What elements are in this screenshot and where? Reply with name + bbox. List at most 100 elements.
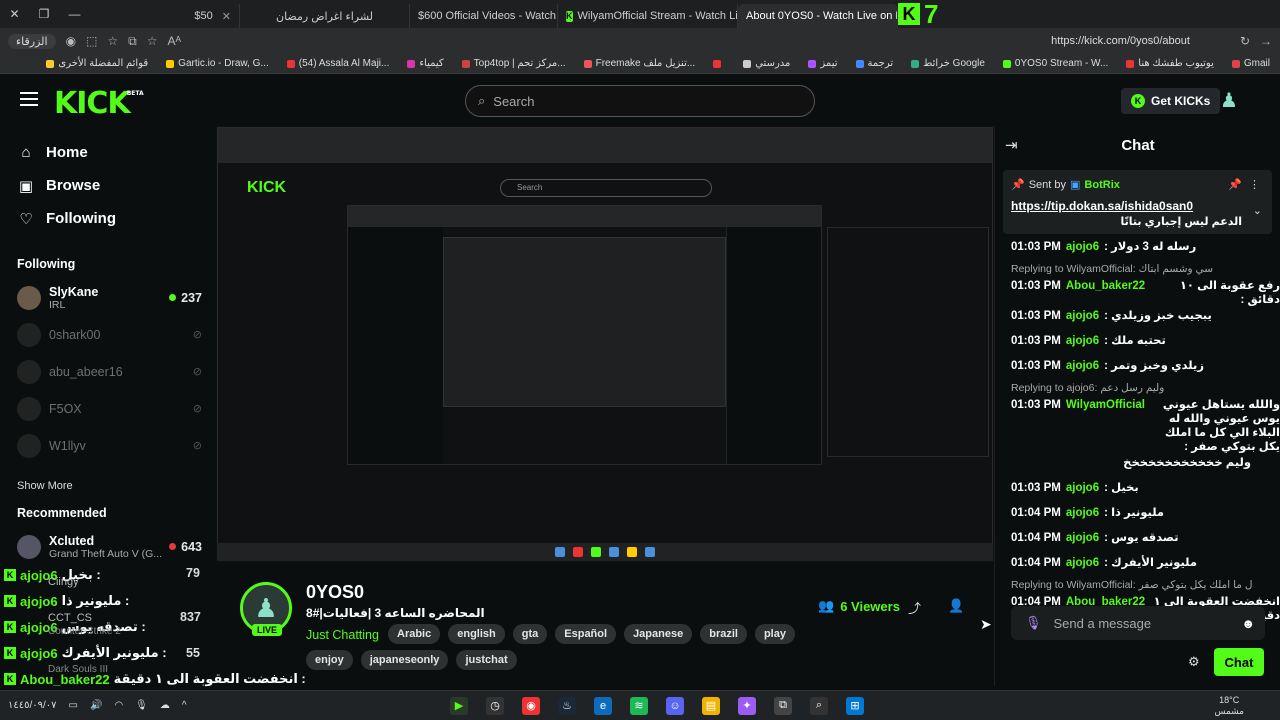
minimize-window-icon[interactable]: — [68, 7, 80, 21]
msg-user[interactable]: ajojo6 [1066, 359, 1099, 373]
read-aloud-icon[interactable]: Aᴬ [168, 34, 181, 48]
cloud-icon[interactable]: ☁ [160, 700, 170, 711]
more-options-icon[interactable]: ⋮ [1249, 178, 1260, 191]
chrome-icon[interactable]: ◉ [522, 696, 540, 715]
windows-start-icon[interactable]: ⊞ [846, 696, 864, 715]
tag[interactable]: play [754, 624, 795, 644]
msg-user[interactable]: ajojo6 [1066, 531, 1099, 545]
bookmark-item[interactable]: تيمز [808, 58, 838, 69]
browser-tab-4[interactable]: K WilyamOfficial Stream - Watch Live [558, 4, 738, 28]
share-icon[interactable]: ⤴ [908, 598, 921, 617]
browser-tab-2[interactable]: لشراء اغراض رمضان [240, 4, 410, 28]
msg-user[interactable]: ajojo6 [1066, 506, 1099, 520]
tag[interactable]: Japanese [624, 624, 693, 644]
bookmark-item[interactable]: Gartic.io - Draw, G... [166, 58, 269, 69]
browser-tab-5[interactable]: About 0YOS0 - Watch Live on Kick✕ [738, 4, 898, 28]
sidebar-channel-abu-abeer16[interactable]: abu_abeer16 ⊘ [0, 353, 216, 390]
tag[interactable]: english [448, 624, 505, 644]
bookmark-item[interactable]: Gmail [1231, 58, 1270, 69]
clock-app-icon[interactable]: ◷ [486, 696, 504, 715]
reply-context[interactable]: Replying to WilyamOfficial: ل ما املك يك… [1011, 579, 1280, 593]
volume-icon[interactable]: 🔊 [90, 700, 102, 711]
browser-tab-3[interactable]: $600 Official Videos - Watch On [410, 4, 558, 28]
bookmark-item[interactable]: خرائط Google [911, 58, 985, 69]
microphone-icon[interactable]: 🎙 [1025, 615, 1042, 631]
refresh-icon[interactable]: ↻ [1240, 34, 1250, 48]
send-chat-button[interactable]: Chat [1214, 648, 1264, 676]
reply-context[interactable]: Replying to ajojo6: وليم رسل دعم [1011, 382, 1280, 396]
nav-following[interactable]: ♡ Following [0, 202, 216, 235]
msg-user[interactable]: ajojo6 [1066, 309, 1099, 323]
emoji-icon[interactable]: ☻ [1241, 616, 1255, 631]
tab-close-icon[interactable]: ✕ [222, 10, 231, 23]
pinned-link[interactable]: https://tip.dokan.sa/ishida0san0 [1011, 199, 1264, 213]
nav-home[interactable]: ⌂ Home [0, 136, 216, 169]
collections-icon[interactable]: ⧉ [128, 34, 137, 49]
wifi-icon[interactable]: ◠ [114, 700, 123, 711]
kick-logo[interactable]: KICK BETA [54, 86, 144, 121]
video-player[interactable]: KICK Search [216, 126, 994, 562]
tag[interactable]: justchat [456, 650, 517, 670]
kick-app-icon[interactable]: ▶ [450, 696, 468, 715]
bookmark-item[interactable]: يوتيوب طفشك هنا [1126, 58, 1214, 69]
profile-button[interactable]: الزرقاء [8, 33, 56, 49]
extension-icon[interactable]: ⬚ [86, 34, 97, 48]
close-window-icon[interactable]: ✕ [10, 7, 20, 21]
msg-user[interactable]: ajojo6 [1066, 556, 1099, 570]
search-taskbar-icon[interactable]: ⌕ [810, 696, 828, 715]
tag[interactable]: gta [512, 624, 548, 644]
discord-icon[interactable]: ☺ [666, 696, 684, 715]
url-field[interactable]: https://kick.com/0yos0/about [1051, 35, 1190, 47]
forward-icon[interactable]: → [1260, 34, 1272, 48]
channel-name[interactable]: 0YOS0 [306, 582, 364, 603]
show-more-button[interactable]: Show More [0, 474, 216, 498]
get-kicks-button[interactable]: K Get KICKs [1121, 88, 1221, 114]
chevron-down-icon[interactable]: ⌄ [1253, 204, 1262, 217]
edge-icon[interactable]: e [594, 696, 612, 715]
bookmark-item[interactable]: Freemake تنزيل ملف... [583, 58, 695, 69]
follow-icon[interactable]: 👤 [948, 598, 964, 614]
bookmark-item[interactable] [713, 59, 725, 68]
restore-window-icon[interactable]: ❐ [39, 7, 50, 21]
other-favorites[interactable]: قوائم المفضلة الأخرى [46, 58, 148, 69]
msg-user[interactable]: WilyamOfficial [1066, 398, 1145, 412]
spotify-icon[interactable]: ≋ [630, 696, 648, 715]
sidebar-channel-slykane[interactable]: SlyKane IRL 237 [0, 279, 216, 316]
bookmark-item[interactable]: مدرستي [743, 58, 790, 69]
sidebar-channel-f5ox[interactable]: F5OX ⊘ [0, 390, 216, 427]
msg-user[interactable]: Abou_baker22 [1066, 279, 1145, 293]
tag[interactable]: brazil [700, 624, 747, 644]
sidebar-channel-xcluted[interactable]: Xcluted Grand Theft Auto V (G... 643 [0, 528, 216, 565]
sidebar-channel-w1llyv[interactable]: W1llyv ⊘ [0, 427, 216, 464]
bookmark-item[interactable]: كيمياء [407, 58, 444, 69]
copilot-app-icon[interactable]: ✦ [738, 696, 756, 715]
tag[interactable]: Arabic [388, 624, 441, 644]
add-favorite-icon[interactable]: ☆ [147, 34, 158, 48]
bookmark-item[interactable]: (54) Assala Al Maji... [286, 58, 389, 69]
mic-icon[interactable]: 🎙 [135, 700, 148, 711]
tag[interactable]: Español [555, 624, 617, 644]
reply-context[interactable]: Replying to WilyamOfficial: سي وشسم ابتا… [1011, 263, 1280, 277]
favorites-icon[interactable]: ☆ [107, 34, 118, 48]
search-input[interactable]: ⌕ Search [465, 85, 815, 117]
menu-icon[interactable] [20, 92, 38, 106]
battery-icon[interactable]: ▭ [69, 700, 78, 711]
stream-category[interactable]: Just Chatting [306, 628, 379, 642]
bookmark-item[interactable]: 0YOS0 Stream - W... [1002, 58, 1108, 69]
msg-user[interactable]: ajojo6 [1066, 481, 1099, 495]
msg-user[interactable]: ajojo6 [1066, 240, 1099, 254]
file-explorer-icon[interactable]: ▤ [702, 696, 720, 715]
chat-settings-icon[interactable]: ⚙ [1188, 654, 1200, 670]
weather-widget[interactable]: 18°C مشمس [1214, 695, 1244, 717]
tray-expand-icon[interactable]: ^ [182, 700, 187, 711]
sidebar-channel-0shark00[interactable]: 0shark00 ⊘ [0, 316, 216, 353]
user-avatar-icon[interactable]: ♟ [1220, 88, 1242, 114]
bookmark-item[interactable]: Top4top | مركز تحم... [461, 58, 566, 69]
msg-user[interactable]: ajojo6 [1066, 334, 1099, 348]
steam-icon[interactable]: ♨ [558, 696, 576, 715]
task-view-icon[interactable]: ⧉ [774, 696, 792, 715]
unpin-icon[interactable]: 📌 [1228, 178, 1242, 191]
tag[interactable]: japaneseonly [360, 650, 449, 670]
nav-browse[interactable]: ▣ Browse [0, 169, 216, 202]
browser-tab-1[interactable]: $50 ✕ [90, 4, 240, 28]
